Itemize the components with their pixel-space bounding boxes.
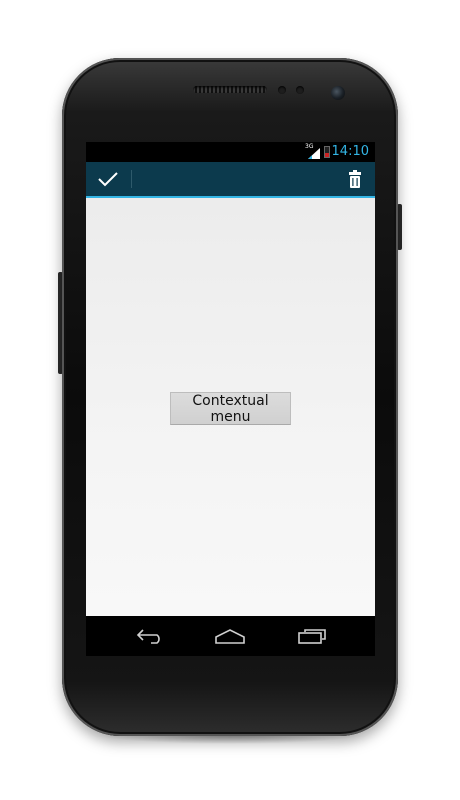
action-bar-divider	[131, 170, 132, 188]
proximity-sensor	[278, 86, 286, 94]
trash-icon	[349, 170, 361, 188]
delete-button[interactable]	[335, 162, 375, 196]
earpiece-speaker	[193, 86, 267, 93]
content-area: Contextual menu	[86, 198, 375, 616]
battery-icon	[324, 146, 330, 158]
signal-icon	[308, 148, 320, 159]
check-icon	[98, 172, 118, 187]
home-icon	[215, 629, 245, 644]
contextual-action-bar	[86, 162, 375, 198]
back-icon	[136, 629, 160, 644]
done-button[interactable]	[86, 162, 130, 196]
status-bar: 3G 14:10	[86, 142, 375, 162]
home-button[interactable]	[212, 624, 248, 648]
front-camera	[331, 86, 345, 100]
back-button[interactable]	[132, 624, 168, 648]
battery-level	[325, 152, 329, 157]
recent-apps-icon	[298, 629, 326, 644]
status-time: 14:10	[331, 144, 369, 159]
light-sensor	[296, 86, 304, 94]
navigation-bar	[86, 616, 375, 656]
recent-apps-button[interactable]	[294, 624, 330, 648]
screen: 3G 14:10 Contextual menu	[86, 142, 375, 656]
contextual-menu-button[interactable]: Contextual menu	[170, 392, 291, 425]
